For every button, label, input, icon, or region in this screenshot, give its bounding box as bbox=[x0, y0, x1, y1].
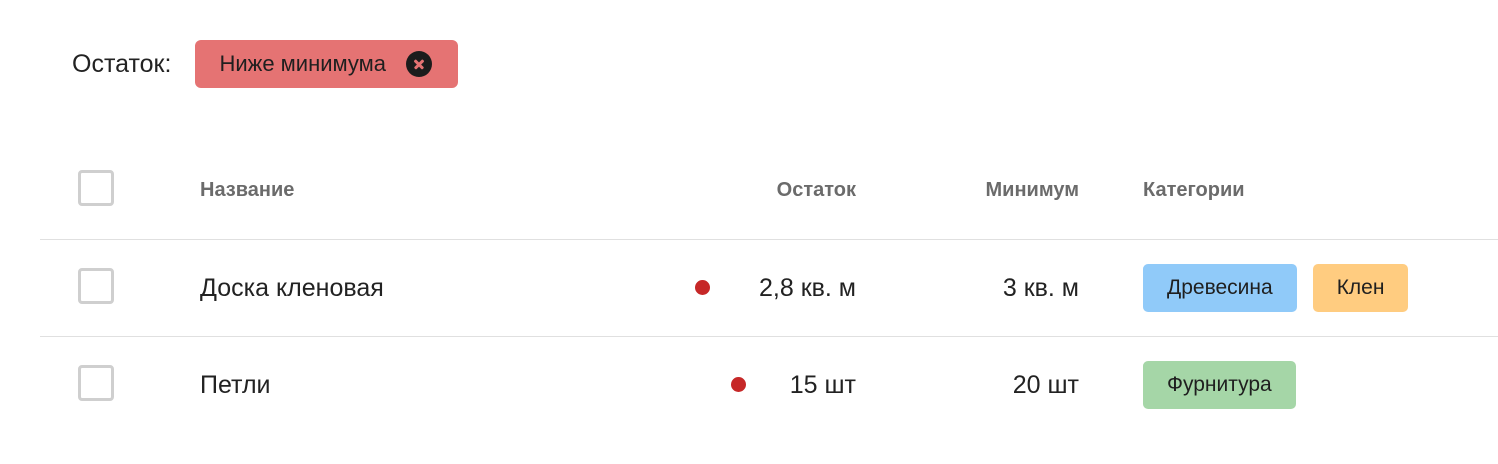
select-all-checkbox[interactable] bbox=[78, 170, 114, 206]
item-stock: 15 шт bbox=[789, 370, 856, 399]
category-tag[interactable]: Клен bbox=[1312, 264, 1409, 312]
filter-chip-label: Ниже минимума bbox=[219, 51, 387, 76]
item-stock: 2,8 кв. м bbox=[759, 273, 856, 302]
item-name: Доска кленовая bbox=[200, 273, 384, 302]
column-header-categories: Категории bbox=[1143, 178, 1245, 201]
table-row[interactable]: Доска кленовая 2,8 кв. м 3 кв. м Древеси… bbox=[40, 240, 1498, 337]
item-categories: Древесина Клен bbox=[1143, 240, 1424, 336]
below-minimum-indicator bbox=[695, 280, 710, 295]
filter-bar: Остаток: Ниже минимума bbox=[72, 40, 459, 88]
close-icon[interactable] bbox=[406, 51, 433, 77]
item-name: Петли bbox=[200, 370, 271, 399]
table-row[interactable]: Петли 15 шт 20 шт Фурнитура bbox=[40, 337, 1498, 433]
column-header-name[interactable]: Название bbox=[200, 142, 294, 238]
column-header-stock[interactable]: Остаток bbox=[777, 142, 856, 238]
category-tag[interactable]: Фурнитура bbox=[1143, 361, 1296, 409]
category-tag[interactable]: Древесина bbox=[1143, 264, 1297, 312]
filter-chip-below-minimum[interactable]: Ниже минимума bbox=[195, 40, 459, 88]
below-minimum-indicator bbox=[731, 377, 746, 392]
filter-label: Остаток: bbox=[72, 49, 172, 78]
column-header-minimum[interactable]: Минимум bbox=[985, 142, 1079, 238]
item-categories: Фурнитура bbox=[1143, 337, 1312, 433]
row-checkbox[interactable] bbox=[78, 365, 114, 401]
row-checkbox[interactable] bbox=[78, 268, 114, 304]
item-minimum: 20 шт bbox=[1012, 370, 1079, 399]
table-header-row: Название Остаток Минимум Категории bbox=[40, 142, 1498, 240]
item-minimum: 3 кв. м bbox=[1002, 273, 1079, 302]
inventory-table: Название Остаток Минимум Категории Доска… bbox=[40, 142, 1498, 433]
